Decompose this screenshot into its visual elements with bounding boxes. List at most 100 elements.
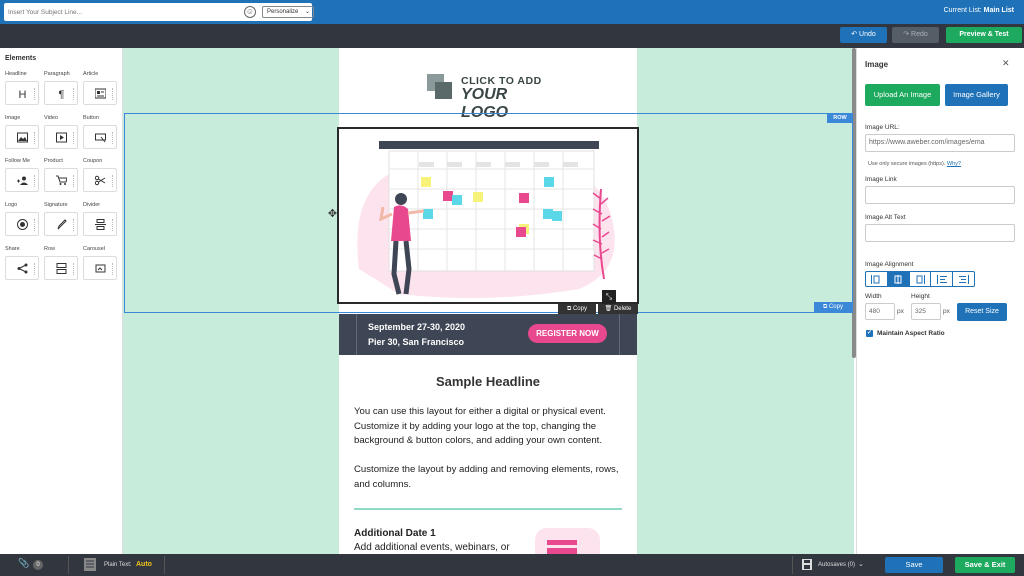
additional-date-heading[interactable]: Additional Date 1 <box>354 528 436 539</box>
element-paragraph[interactable]: ¶ <box>44 81 78 105</box>
sample-headline[interactable]: Sample Headline <box>339 374 637 389</box>
chevron-down-icon: ⌄ <box>304 9 310 15</box>
close-icon[interactable]: ✕ <box>1002 58 1010 69</box>
element-button[interactable] <box>83 125 117 149</box>
element-share[interactable] <box>5 256 39 280</box>
element-label: Follow Me <box>5 158 31 164</box>
element-video[interactable] <box>44 125 78 149</box>
height-input[interactable]: 325 <box>911 303 941 320</box>
logo-icon <box>16 218 28 230</box>
upload-image-button[interactable]: Upload An Image <box>865 84 940 106</box>
align-left-icon <box>871 274 880 284</box>
image-delete-label: Delete <box>613 306 632 312</box>
logo-placeholder[interactable]: CLICK TO ADD YOUR LOGO <box>427 74 557 121</box>
footer-separator <box>164 556 165 574</box>
save-button[interactable]: Save <box>885 557 943 573</box>
element-headline[interactable]: H <box>5 81 39 105</box>
align-left-button[interactable] <box>866 272 888 286</box>
secure-note-text: Use only secure images (https). <box>868 161 946 167</box>
event-thumbnail[interactable] <box>535 528 600 554</box>
plain-text-icon[interactable] <box>84 558 96 571</box>
row-copy-button[interactable]: ⧉ Copy <box>814 302 852 313</box>
element-pen[interactable] <box>44 212 78 236</box>
secure-note: Use only secure images (https). Why? <box>868 161 961 167</box>
svg-text:¶: ¶ <box>58 89 64 99</box>
button-icon <box>94 133 106 142</box>
image-link-label: Image Link <box>865 176 897 183</box>
element-label: Paragraph <box>44 71 70 77</box>
image-delete-button[interactable]: 🗑 Delete <box>598 304 638 314</box>
drag-grip-icon <box>112 132 114 144</box>
image-gallery-button[interactable]: Image Gallery <box>945 84 1008 106</box>
wrap-left-button[interactable] <box>931 272 954 286</box>
drag-grip-icon <box>34 219 36 231</box>
maintain-aspect-checkbox[interactable]: ✓ Maintain Aspect Ratio <box>866 330 945 337</box>
paperclip-icon[interactable]: 📎 <box>18 558 29 569</box>
align-right-button[interactable] <box>910 272 932 286</box>
resize-handle-icon[interactable]: ⤡ <box>602 290 616 304</box>
image-alt-label: Image Alt Text <box>865 214 906 221</box>
additional-events-text[interactable]: Add additional events, webinars, or <box>354 542 510 553</box>
drag-grip-icon <box>73 175 75 187</box>
element-cart[interactable] <box>44 168 78 192</box>
plain-text-value[interactable]: Auto <box>136 561 152 568</box>
wrap-right-button[interactable] <box>953 272 974 286</box>
current-list[interactable]: Current List: Main List <box>944 7 1014 14</box>
image-icon <box>16 132 28 142</box>
redo-label: Redo <box>911 31 928 38</box>
element-row[interactable] <box>44 256 78 280</box>
element-label: Row <box>44 246 56 252</box>
plain-text-label: Plain Text: <box>104 562 132 568</box>
register-now-button[interactable]: REGISTER NOW <box>528 324 607 343</box>
width-input[interactable]: 480 <box>865 303 895 320</box>
width-label: Width <box>865 293 882 300</box>
emoji-icon[interactable]: ☺ <box>244 6 256 18</box>
row-copy-label: Copy <box>828 304 843 310</box>
image-link-field[interactable] <box>865 186 1015 204</box>
selected-image[interactable] <box>337 127 639 304</box>
chevron-down-icon[interactable]: ⌄ <box>858 560 864 568</box>
height-label: Height <box>911 293 930 300</box>
element-label: Article <box>83 71 99 77</box>
element-label: Headline <box>5 71 27 77</box>
element-logo[interactable] <box>5 212 39 236</box>
redo-button[interactable]: ↷ Redo <box>892 27 939 43</box>
element-article[interactable] <box>83 81 117 105</box>
body-paragraph-1[interactable]: You can use this layout for either a dig… <box>354 405 624 449</box>
image-url-field[interactable]: https://www.aweber.com/images/ema <box>865 134 1015 152</box>
wrap-right-icon <box>958 274 969 284</box>
undo-button[interactable]: ↶ Undo <box>840 27 887 43</box>
element-image[interactable] <box>5 125 39 149</box>
event-location: Pier 30, San Francisco <box>368 337 465 347</box>
width-unit: px <box>897 308 904 315</box>
align-center-button[interactable] <box>887 272 910 286</box>
save-exit-button[interactable]: Save & Exit <box>955 557 1015 573</box>
autosaves-label[interactable]: Autosaves (0) <box>818 562 855 568</box>
content-divider[interactable] <box>354 508 622 510</box>
drag-grip-icon <box>73 132 75 144</box>
article-icon <box>94 88 106 98</box>
element-label: Coupon <box>83 158 103 164</box>
thumbnail-bar <box>547 540 577 545</box>
footer-separator <box>68 556 69 574</box>
preview-test-button[interactable]: Preview & Test <box>946 27 1022 43</box>
image-url-label: Image URL: <box>865 124 900 131</box>
personalize-dropdown[interactable]: Personalize ⌄ <box>262 6 314 18</box>
element-follow-me[interactable] <box>5 168 39 192</box>
element-carousel[interactable] <box>83 256 117 280</box>
element-scissors[interactable] <box>83 168 117 192</box>
reset-size-button[interactable]: Reset Size <box>957 303 1007 321</box>
element-label: Video <box>44 115 58 121</box>
carousel-icon <box>95 264 105 272</box>
image-alt-field[interactable] <box>865 224 1015 242</box>
current-list-value: Main List <box>983 7 1014 14</box>
subject-input[interactable] <box>4 3 240 21</box>
why-link[interactable]: Why? <box>947 161 961 167</box>
svg-text:H: H <box>18 89 26 99</box>
body-paragraph-2[interactable]: Customize the layout by adding and remov… <box>354 463 624 492</box>
event-illustration <box>357 141 615 298</box>
element-divider[interactable] <box>83 212 117 236</box>
image-copy-button[interactable]: ⧉ Copy <box>558 304 596 314</box>
event-dates: September 27-30, 2020 <box>368 322 466 332</box>
drag-grip-icon <box>112 175 114 187</box>
